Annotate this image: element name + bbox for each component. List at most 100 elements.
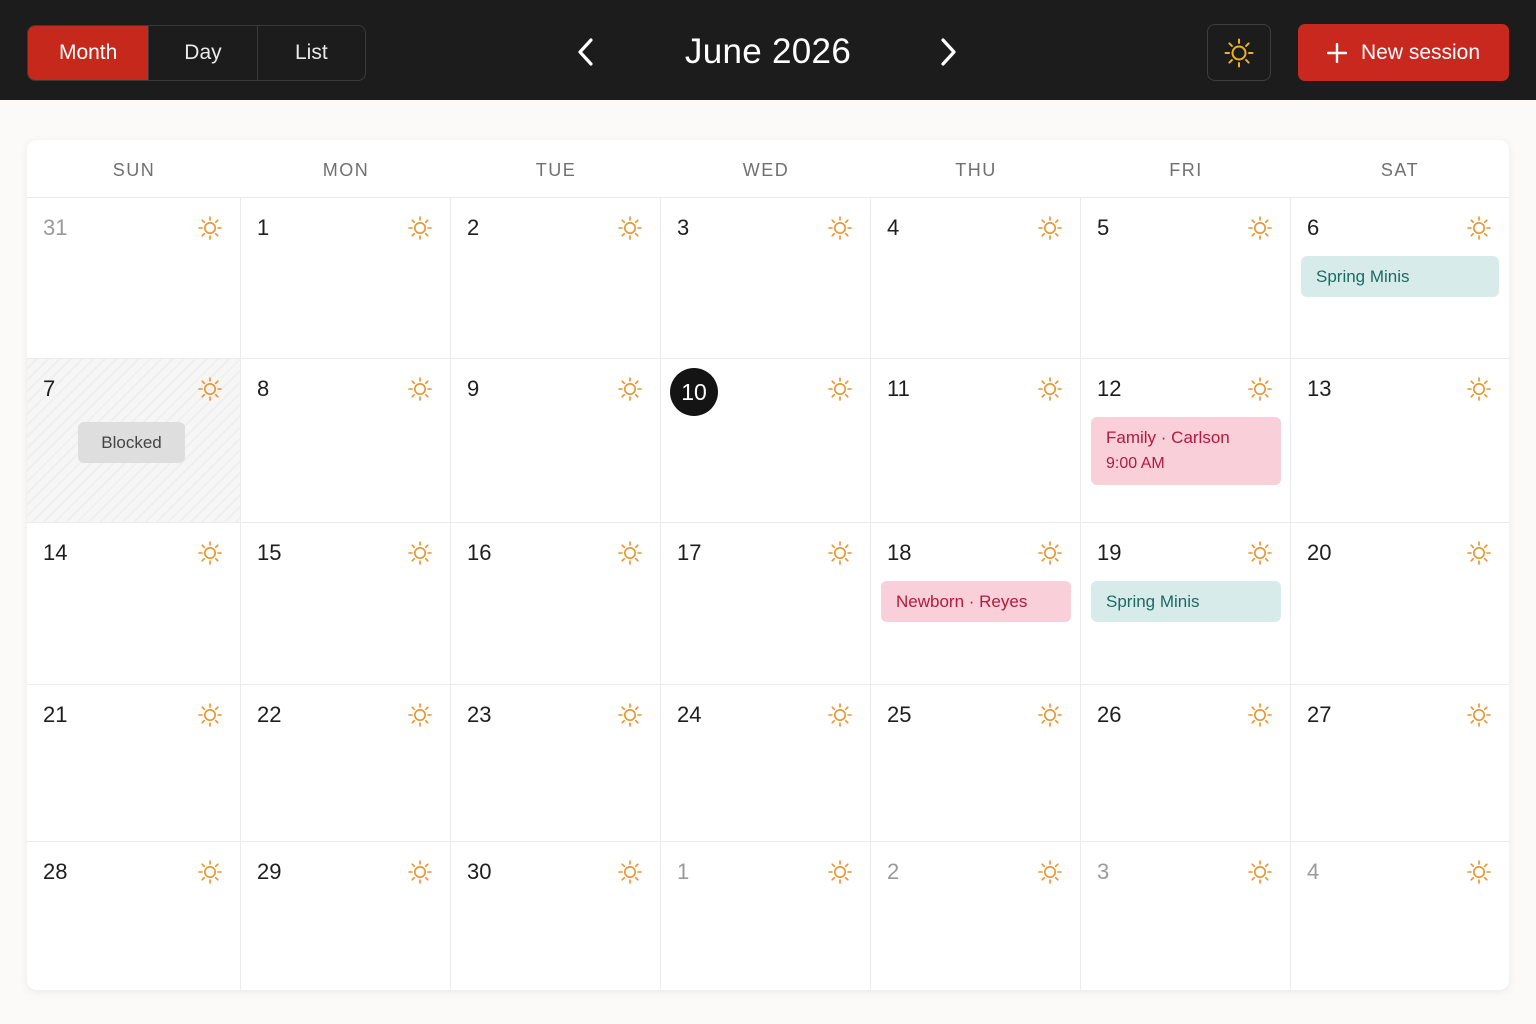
day-cell[interactable]: 11: [871, 359, 1081, 523]
day-number: 20: [1307, 540, 1332, 565]
day-cell[interactable]: 7 Blocked: [27, 359, 241, 523]
sun-icon[interactable]: [1247, 376, 1273, 402]
sun-icon[interactable]: [1247, 215, 1273, 241]
day-number: 26: [1097, 702, 1122, 727]
day-cell[interactable]: 26: [1081, 685, 1291, 842]
sun-icon[interactable]: [1466, 540, 1492, 566]
sun-icon[interactable]: [1466, 215, 1492, 241]
weekday-header: SUN MON TUE WED THU FRI SAT: [27, 140, 1509, 198]
sun-icon[interactable]: [1247, 702, 1273, 728]
day-cell[interactable]: 31: [27, 198, 241, 359]
day-cell[interactable]: 2: [871, 842, 1081, 990]
day-cell[interactable]: 14: [27, 523, 241, 685]
day-cell[interactable]: 21: [27, 685, 241, 842]
sun-icon: [1224, 38, 1254, 67]
sun-icon[interactable]: [407, 540, 433, 566]
weekday-tue: TUE: [535, 160, 577, 180]
sun-icon[interactable]: [1037, 702, 1063, 728]
sun-icon[interactable]: [827, 540, 853, 566]
new-session-label: New session: [1360, 40, 1481, 64]
sun-icon[interactable]: [197, 376, 223, 402]
day-cell[interactable]: 27: [1291, 685, 1509, 842]
sun-icon[interactable]: [1037, 215, 1063, 241]
day-cell[interactable]: 10: [661, 359, 871, 523]
sun-icon[interactable]: [617, 376, 643, 402]
weekday-mon: MON: [322, 160, 370, 180]
day-cell[interactable]: 13: [1291, 359, 1509, 523]
day-cell[interactable]: 12 Family · Carlson 9:00 AM: [1081, 359, 1291, 523]
day-cell[interactable]: 1: [241, 198, 451, 359]
day-cell[interactable]: 28: [27, 842, 241, 990]
day-cell[interactable]: 20: [1291, 523, 1509, 685]
day-cell[interactable]: 25: [871, 685, 1081, 842]
sun-icon[interactable]: [407, 702, 433, 728]
sun-icon[interactable]: [1037, 540, 1063, 566]
day-number: 23: [467, 702, 492, 727]
sun-icon[interactable]: [407, 859, 433, 885]
day-number: 24: [677, 702, 702, 727]
day-cell[interactable]: 6 Spring Minis: [1291, 198, 1509, 359]
day-number: 18: [887, 540, 912, 565]
blocked-badge[interactable]: Blocked: [78, 422, 185, 463]
day-number: 1: [257, 215, 270, 240]
day-number: 13: [1307, 376, 1332, 401]
day-cell[interactable]: 4: [1291, 842, 1509, 990]
month-title: June 2026: [684, 32, 852, 71]
day-cell[interactable]: 1: [661, 842, 871, 990]
prev-month-button[interactable]: [566, 30, 606, 74]
sun-icon[interactable]: [407, 376, 433, 402]
day-cell[interactable]: 5: [1081, 198, 1291, 359]
sun-icon[interactable]: [197, 540, 223, 566]
sun-icon[interactable]: [407, 215, 433, 241]
sun-icon[interactable]: [1247, 540, 1273, 566]
sun-icon[interactable]: [1466, 702, 1492, 728]
sun-icon[interactable]: [617, 702, 643, 728]
next-month-button[interactable]: [928, 30, 968, 74]
day-number: 14: [43, 540, 68, 565]
sun-icon[interactable]: [617, 540, 643, 566]
day-cell[interactable]: 18 Newborn · Reyes: [871, 523, 1081, 685]
new-session-button[interactable]: New session: [1298, 24, 1509, 81]
sun-icon[interactable]: [827, 859, 853, 885]
day-number: 12: [1097, 376, 1122, 401]
event-chip[interactable]: Spring Minis: [1091, 581, 1281, 622]
view-tab-month[interactable]: Month: [28, 26, 150, 80]
sun-icon[interactable]: [827, 702, 853, 728]
sun-icon[interactable]: [197, 215, 223, 241]
day-cell[interactable]: 8: [241, 359, 451, 523]
day-cell[interactable]: 15: [241, 523, 451, 685]
day-number: 2: [887, 859, 900, 884]
day-cell[interactable]: 19 Spring Minis: [1081, 523, 1291, 685]
sun-icon[interactable]: [1466, 376, 1492, 402]
day-cell[interactable]: 24: [661, 685, 871, 842]
month-calendar: SUN MON TUE WED THU FRI SAT 31 1 2 3 4 5 6 Spring Min…: [27, 140, 1509, 990]
sun-icon[interactable]: [1466, 859, 1492, 885]
day-cell[interactable]: 9: [451, 359, 661, 523]
day-cell[interactable]: 17: [661, 523, 871, 685]
day-cell[interactable]: 30: [451, 842, 661, 990]
event-chip[interactable]: Newborn · Reyes: [881, 581, 1071, 622]
sun-icon[interactable]: [617, 859, 643, 885]
sun-icon[interactable]: [827, 376, 853, 402]
day-cell[interactable]: 16: [451, 523, 661, 685]
day-cell[interactable]: 23: [451, 685, 661, 842]
day-cell[interactable]: 2: [451, 198, 661, 359]
sun-icon[interactable]: [827, 215, 853, 241]
day-cell[interactable]: 29: [241, 842, 451, 990]
event-chip[interactable]: Spring Minis: [1301, 256, 1499, 297]
sun-icon[interactable]: [1037, 859, 1063, 885]
day-cell[interactable]: 3: [1081, 842, 1291, 990]
event-chip[interactable]: Family · Carlson 9:00 AM: [1091, 417, 1281, 485]
sun-icon[interactable]: [197, 702, 223, 728]
view-tab-day[interactable]: Day: [149, 26, 258, 80]
theme-toggle-button[interactable]: [1207, 24, 1271, 81]
sun-icon[interactable]: [617, 215, 643, 241]
sun-icon[interactable]: [1037, 376, 1063, 402]
day-cell[interactable]: 22: [241, 685, 451, 842]
day-number: 22: [257, 702, 282, 727]
day-cell[interactable]: 3: [661, 198, 871, 359]
sun-icon[interactable]: [197, 859, 223, 885]
view-tab-list[interactable]: List: [258, 26, 365, 80]
sun-icon[interactable]: [1247, 859, 1273, 885]
day-cell[interactable]: 4: [871, 198, 1081, 359]
